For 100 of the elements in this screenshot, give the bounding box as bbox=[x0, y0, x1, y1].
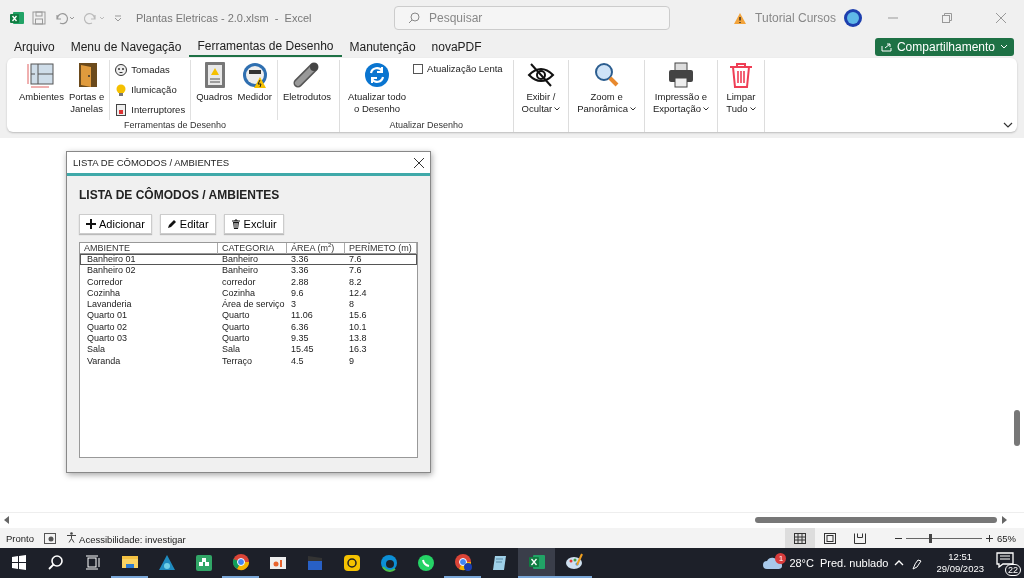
spreadsheet-icon bbox=[527, 553, 546, 571]
close-icon[interactable] bbox=[414, 157, 424, 168]
table-cell-text: 7.6 bbox=[348, 265, 363, 277]
table-cell-text: Cozinha bbox=[86, 287, 122, 300]
table-cell-text: 8.2 bbox=[348, 276, 363, 288]
browser-icon bbox=[453, 553, 472, 571]
avatar-icon[interactable] bbox=[844, 9, 862, 27]
ribbon-button[interactable]: Zoom e Panorâmica bbox=[575, 60, 638, 116]
scroll-left-icon[interactable] bbox=[4, 516, 10, 524]
ribbon-button[interactable]: Ambientes bbox=[17, 60, 66, 104]
column-header[interactable]: CATEGORIA bbox=[218, 243, 287, 254]
table-cell-text: Banheiro 01 bbox=[86, 254, 137, 266]
collapse-ribbon-icon[interactable] bbox=[1003, 122, 1013, 128]
warning-icon[interactable] bbox=[733, 11, 748, 25]
table-cell-text: 6.36 bbox=[290, 321, 310, 334]
notepad-icon bbox=[490, 554, 509, 572]
column-header[interactable]: ÁREA (m$^{2}$) bbox=[287, 243, 345, 254]
notification-count: 22 bbox=[1005, 564, 1021, 576]
search-icon[interactable] bbox=[47, 555, 64, 571]
phone-chat-icon bbox=[416, 554, 435, 572]
menu-tab[interactable]: Menu de Navegação bbox=[62, 37, 190, 57]
ribbon-button[interactable]: Portas e Janelas bbox=[66, 60, 107, 116]
share-button[interactable]: Compartilhamento bbox=[874, 38, 1014, 56]
outlet-icon bbox=[115, 63, 128, 76]
clock-date[interactable]: 29/09/2023 bbox=[936, 563, 984, 575]
ribbon-button[interactable]: Ilumicação bbox=[113, 80, 188, 99]
weather-condition: Pred. nublado bbox=[819, 557, 889, 569]
dialog-heading: LISTA DE CÔMODOS / AMBIENTES bbox=[79, 188, 281, 202]
table-cell-text: 10.1 bbox=[348, 321, 368, 334]
user-name: Tutorial Cursos bbox=[755, 11, 836, 25]
zoom-level[interactable]: 65% bbox=[997, 532, 1016, 544]
ribbon-button[interactable]: Atualizar todo o Desenho bbox=[346, 60, 409, 116]
table-cell-text: Cozinha bbox=[221, 287, 257, 299]
dialog-title: LISTA DE CÔMODOS / AMBIENTES bbox=[73, 157, 230, 168]
notification-icon[interactable] bbox=[996, 552, 1014, 568]
share-icon bbox=[880, 42, 892, 52]
ribbon-button[interactable]: Tomadas bbox=[113, 60, 188, 79]
slider-thumb[interactable] bbox=[929, 533, 933, 543]
pyramid-icon bbox=[157, 554, 176, 572]
table-cell-text: 12.4 bbox=[348, 287, 368, 300]
macro-icon[interactable] bbox=[44, 532, 56, 544]
menu-tab[interactable]: Arquivo bbox=[6, 37, 63, 57]
temperature: 28°C bbox=[789, 557, 814, 569]
clapperboard-icon bbox=[305, 554, 324, 572]
table-cell-text: Quarto bbox=[221, 321, 251, 334]
weather-widget[interactable]: 1 28°C Pred. nublado bbox=[763, 556, 889, 570]
search-icon bbox=[408, 12, 420, 24]
ribbon-button[interactable]: Limpar Tudo bbox=[724, 60, 758, 116]
pencil-icon bbox=[166, 219, 177, 229]
accessibility-status[interactable]: Acessibilidade: investigar bbox=[66, 531, 186, 545]
checkbox[interactable] bbox=[413, 63, 424, 74]
dialog-button[interactable]: Excluir bbox=[223, 214, 284, 234]
chat-bubble-icon bbox=[342, 554, 361, 572]
ribbon-button[interactable]: Quadros bbox=[194, 60, 235, 104]
table-cell-text: 7.6 bbox=[348, 254, 363, 266]
ribbon-button[interactable]: Exibir / Ocultar bbox=[519, 60, 563, 116]
trash-icon bbox=[230, 219, 241, 229]
search-field[interactable]: Pesquisar bbox=[394, 6, 670, 30]
menu-tab[interactable]: novaPDF bbox=[423, 37, 490, 57]
column-header[interactable]: PERÍMETO (m) bbox=[345, 243, 417, 254]
table-cell-text: Área de serviço bbox=[221, 299, 286, 311]
menu-tab[interactable]: Manutenção bbox=[341, 37, 424, 57]
ribbon-button[interactable]: Interruptores bbox=[113, 100, 188, 119]
switch-icon bbox=[115, 103, 128, 116]
table-cell-text: Sala bbox=[221, 344, 241, 356]
column-header[interactable]: AMBIENTE bbox=[80, 243, 218, 254]
scrollbar-thumb[interactable] bbox=[755, 517, 997, 523]
group-label: Ferramentas de Desenho bbox=[123, 120, 226, 130]
pen-icon[interactable] bbox=[910, 556, 925, 570]
dialog-button[interactable]: Editar bbox=[159, 214, 216, 234]
table-cell-text: Quarto 02 bbox=[86, 321, 129, 334]
chevron-up-icon[interactable] bbox=[894, 560, 905, 566]
dialog-button[interactable]: Adicionar bbox=[79, 214, 152, 234]
excel-logo-icon[interactable] bbox=[10, 11, 24, 25]
status-text: Pronto bbox=[6, 532, 34, 544]
ribbon-button[interactable]: Eletrodutos bbox=[280, 60, 333, 104]
task-view-icon[interactable] bbox=[84, 555, 101, 571]
scroll-right-icon[interactable] bbox=[1002, 516, 1008, 524]
lightbulb-icon bbox=[115, 83, 128, 96]
browser-icon bbox=[379, 554, 398, 572]
palette-icon bbox=[564, 553, 583, 571]
table-cell-text: Quarto 03 bbox=[86, 333, 129, 345]
zoom-in-icon[interactable] bbox=[986, 534, 993, 542]
presentation-icon bbox=[268, 554, 287, 572]
table-cell-text: 3.36 bbox=[290, 265, 310, 277]
table-cell-text: Sala bbox=[86, 344, 106, 356]
clock-time[interactable]: 12:51 bbox=[948, 551, 973, 563]
window-title: Plantas Eletricas - 2.0.xlsm - Excel bbox=[136, 12, 313, 24]
ribbon-button[interactable]: Medidor bbox=[235, 60, 274, 104]
list-box[interactable] bbox=[79, 242, 418, 458]
table-cell-text: 3 bbox=[290, 299, 297, 311]
ribbon-button[interactable]: Impressão e Exportação bbox=[650, 60, 711, 116]
table-cell-text: Terraço bbox=[221, 355, 253, 367]
selected-row[interactable]: Banheiro 01 Banheiro 3.36 7.6 bbox=[80, 254, 417, 266]
scrollbar-thumb[interactable] bbox=[1014, 410, 1020, 446]
view-button[interactable] bbox=[785, 528, 815, 548]
start-icon[interactable] bbox=[10, 555, 27, 571]
table-cell-text: Quarto bbox=[221, 310, 251, 322]
table-cell-text: Varanda bbox=[86, 355, 122, 367]
table-cell-text: 8 bbox=[348, 299, 355, 311]
